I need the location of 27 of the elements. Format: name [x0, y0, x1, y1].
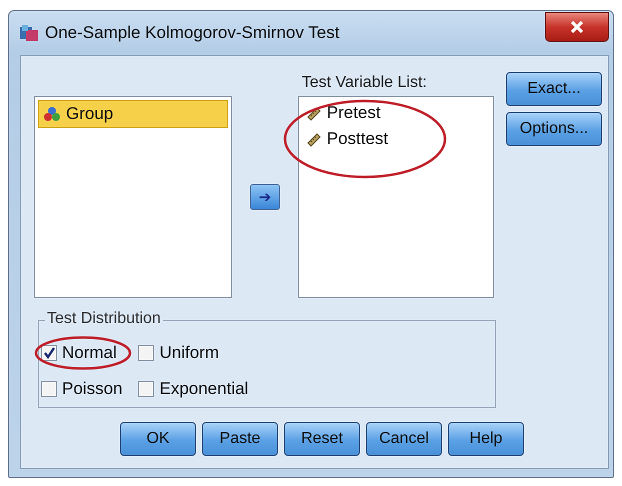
source-variable-list[interactable]: Group [34, 96, 232, 298]
checkbox[interactable] [41, 345, 57, 361]
nominal-icon [43, 106, 61, 122]
checkbox[interactable] [138, 381, 154, 397]
checkbox-option[interactable]: Uniform [138, 343, 248, 363]
ruler-icon [306, 131, 322, 147]
window-title: One-Sample Kolmogorov-Smirnov Test [45, 23, 340, 43]
test-variable-list[interactable]: Pretest Posttest [298, 96, 494, 298]
checkbox[interactable] [41, 381, 57, 397]
dialog-button[interactable]: Reset [284, 422, 360, 456]
app-icon [19, 24, 39, 42]
checkbox-option[interactable]: Exponential [138, 379, 248, 399]
options-button[interactable]: Options... [506, 112, 602, 146]
options-button[interactable]: Exact... [506, 72, 602, 106]
checkbox[interactable] [138, 345, 154, 361]
list-item[interactable]: Pretest [302, 100, 490, 126]
list-item[interactable]: Posttest [302, 126, 490, 152]
checkbox-option[interactable]: Poisson [41, 379, 122, 399]
list-item[interactable]: Group [38, 100, 228, 128]
list-label: Test Variable List: [302, 73, 428, 93]
move-button[interactable]: ➔ [250, 184, 280, 210]
close-button[interactable] [545, 12, 609, 42]
dialog-button[interactable]: OK [120, 422, 196, 456]
close-icon [569, 19, 585, 35]
dialog-button[interactable]: Cancel [366, 422, 442, 456]
dialog-button[interactable]: Help [448, 422, 524, 456]
dialog-button[interactable]: Paste [202, 422, 278, 456]
